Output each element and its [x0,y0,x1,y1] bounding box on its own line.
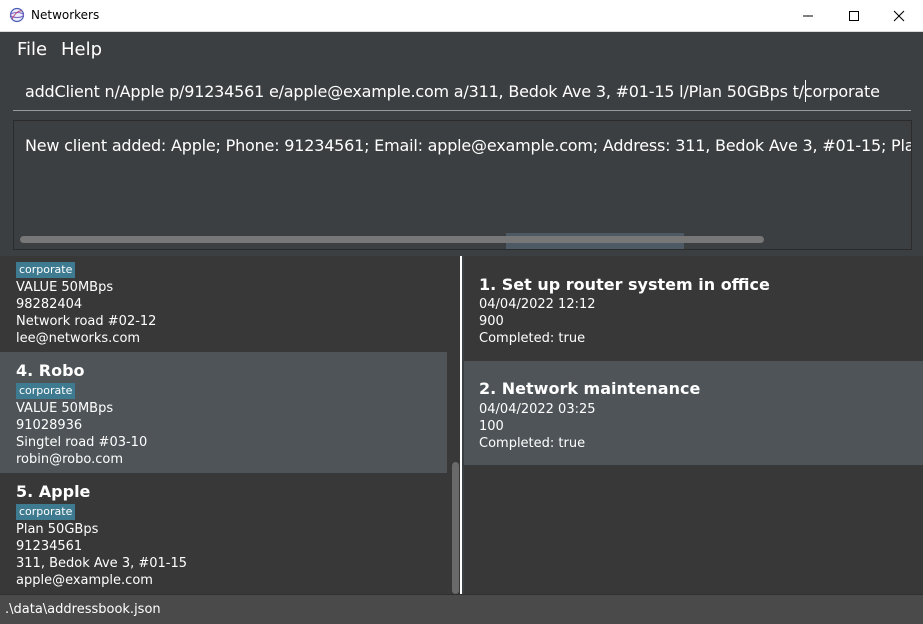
client-name: 4. Robo [16,361,85,380]
client-address: Singtel road #03-10 [16,435,148,450]
client-email: lee@networks.com [16,331,141,346]
client-card[interactable]: corporate VALUE 50MBps 98282404 Network … [0,256,447,352]
maximize-button[interactable] [831,0,877,31]
menu-file[interactable]: File [17,39,47,60]
client-list-scrollbar-thumb[interactable] [452,462,459,594]
maximize-icon [849,10,859,21]
text-caret [805,80,806,102]
command-input-value: addClient n/Apple p/91234561 e/apple@exa… [25,82,880,101]
minimize-icon [803,15,813,16]
task-amount: 900 [479,314,504,329]
client-plan: VALUE 50MBps [16,401,114,416]
minimize-button[interactable] [785,0,831,31]
save-file-path: .\data\addressbook.json [5,602,161,617]
client-phone: 98282404 [16,297,83,312]
client-phone: 91028936 [16,418,83,433]
task-completed: Completed: true [479,331,586,346]
task-title: 2. Network maintenance [479,379,701,398]
client-tag: corporate [16,262,76,278]
client-tag: corporate [16,383,76,399]
close-icon [893,10,905,21]
close-button[interactable] [876,0,922,31]
client-list-panel[interactable]: corporate VALUE 50MBps 98282404 Network … [0,256,462,594]
client-address: Network road #02-12 [16,314,157,329]
task-list-panel[interactable]: 1. Set up router system in office 04/04/… [464,256,923,594]
task-card-selected[interactable]: 2. Network maintenance 04/04/2022 03:25 … [464,361,923,465]
menu-help[interactable]: Help [61,39,102,60]
status-bar: .\data\addressbook.json [0,594,923,624]
task-amount: 100 [479,419,504,434]
result-message: New client added: Apple; Phone: 91234561… [25,136,911,155]
app-globe-icon [9,7,25,23]
client-email: apple@example.com [16,573,153,588]
task-completed: Completed: true [479,436,586,451]
client-email: robin@robo.com [16,452,124,467]
task-datetime: 04/04/2022 12:12 [479,297,596,312]
client-plan: VALUE 50MBps [16,280,114,295]
window-title: Networkers [31,8,100,22]
result-display[interactable]: New client added: Apple; Phone: 91234561… [13,120,912,250]
client-name: 5. Apple [16,482,91,501]
task-datetime: 04/04/2022 03:25 [479,402,596,417]
client-card-selected[interactable]: 4. Robo corporate VALUE 50MBps 91028936 … [0,352,447,473]
client-plan: Plan 50GBps [16,522,99,537]
task-title: 1. Set up router system in office [479,275,770,294]
task-card[interactable]: 1. Set up router system in office 04/04/… [464,256,923,360]
client-card[interactable]: 5. Apple corporate Plan 50GBps 91234561 … [0,473,447,594]
menu-bar: File Help [0,32,923,65]
client-phone: 91234561 [16,539,83,554]
horizontal-scrollbar[interactable] [20,236,764,243]
client-tag: corporate [16,504,76,520]
command-input[interactable]: addClient n/Apple p/91234561 e/apple@exa… [13,70,911,111]
client-address: 311, Bedok Ave 3, #01-15 [16,556,188,571]
window-titlebar: Networkers [0,0,923,32]
